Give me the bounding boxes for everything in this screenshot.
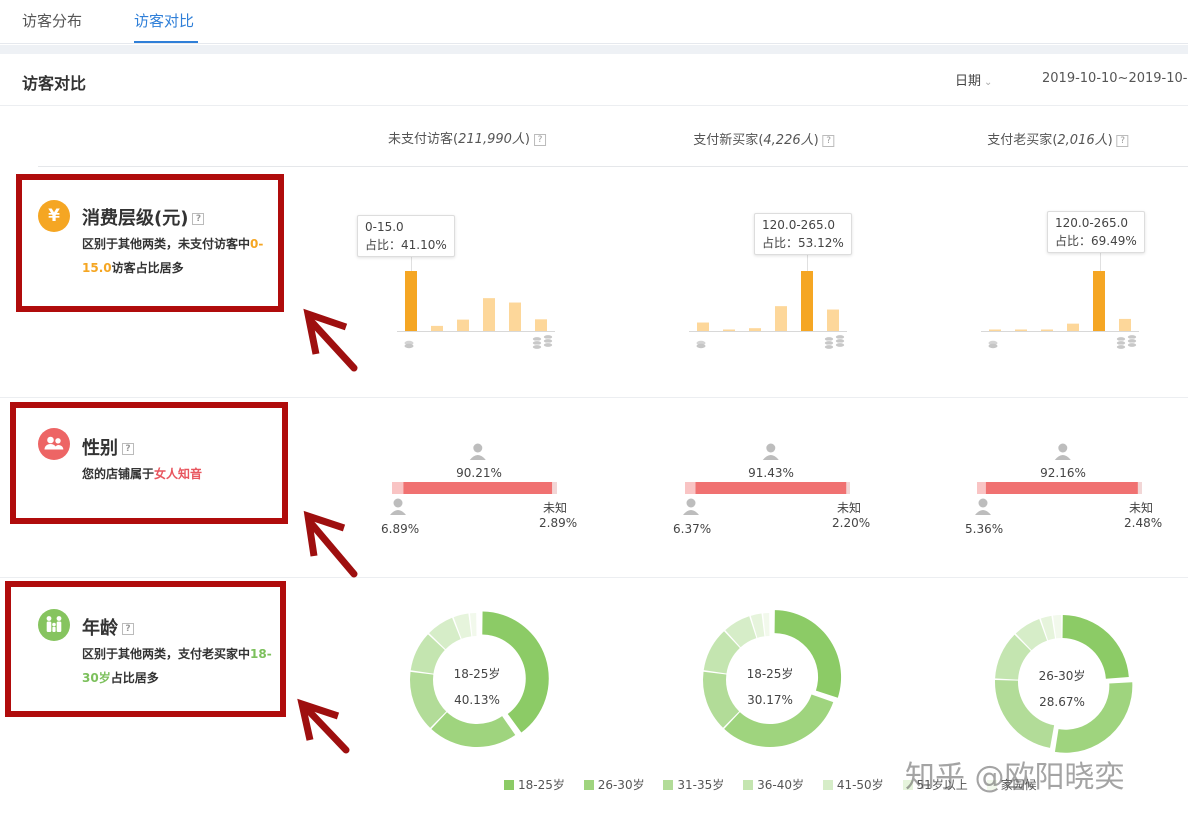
age-slice <box>469 613 477 637</box>
donut-center-label: 18-25岁 <box>747 666 794 681</box>
legend-swatch <box>504 780 514 790</box>
legend-item[interactable]: 36-40岁 <box>743 776 804 793</box>
legend-swatch <box>743 780 754 790</box>
donut-center-pct: 30.17% <box>747 693 793 707</box>
age-donut-charts: 18-25岁 40.13% 18-25岁 30.17% 26-30岁 28.67% <box>409 610 1133 753</box>
legend-item[interactable]: 41-50岁 <box>822 776 884 793</box>
donut-center-label: 18-25岁 <box>454 666 501 681</box>
legend-label: 36-40岁 <box>757 778 804 792</box>
age-slice <box>431 712 516 747</box>
donut-center-label: 26-30岁 <box>1039 668 1086 683</box>
age-slice <box>995 679 1055 748</box>
legend-label: 26-30岁 <box>597 778 645 792</box>
legend-label: 41-50岁 <box>836 778 884 792</box>
watermark: 知乎 @欧阳晓奕 <box>905 760 1125 795</box>
donut-center-pct: 28.67% <box>1039 695 1085 709</box>
donut-center-pct: 40.13% <box>454 693 500 707</box>
legend-item[interactable]: 31-35岁 <box>663 776 724 793</box>
age-slice <box>774 610 842 698</box>
legend-swatch <box>822 780 833 790</box>
age-slice <box>1054 682 1133 753</box>
legend-label: 31-35岁 <box>677 778 725 792</box>
legend-swatch <box>583 780 594 790</box>
legend-item[interactable]: 26-30岁 <box>583 776 645 793</box>
legend-item[interactable]: 18-25岁 <box>504 776 565 793</box>
legend-label: 18-25岁 <box>518 778 565 792</box>
age-slice <box>763 613 770 637</box>
legend-swatch <box>663 780 674 790</box>
